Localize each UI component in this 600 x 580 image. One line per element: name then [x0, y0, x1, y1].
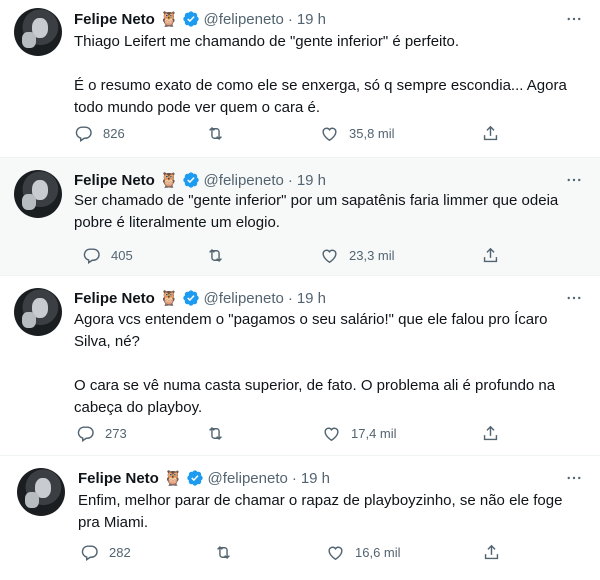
- retweet-button[interactable]: [206, 423, 225, 443]
- reply-count: 826: [103, 125, 125, 141]
- verified-badge-icon: [182, 11, 199, 27]
- share-icon: [483, 125, 498, 140]
- timestamp[interactable]: 19 h: [301, 470, 330, 487]
- share-button[interactable]: [482, 542, 501, 562]
- like-button[interactable]: 35,8 mil: [320, 123, 395, 143]
- reply-icon: [83, 247, 100, 264]
- author-handle[interactable]: @felipeneto: [204, 11, 284, 28]
- author-name[interactable]: Felipe Neto: [74, 290, 155, 307]
- avatar[interactable]: [14, 288, 62, 336]
- reply-count: 282: [109, 544, 131, 560]
- verified-badge-icon: [182, 290, 199, 306]
- retweet-button[interactable]: [214, 542, 233, 562]
- share-button[interactable]: [481, 245, 500, 265]
- reply-count: 405: [111, 247, 133, 263]
- author-handle[interactable]: @felipeneto: [204, 290, 284, 307]
- like-count: 35,8 mil: [349, 125, 395, 141]
- share-icon: [484, 544, 499, 559]
- like-count: 23,3 mil: [349, 247, 395, 263]
- share-button[interactable]: [481, 123, 500, 143]
- reply-icon: [81, 544, 98, 561]
- separator-dot: ·: [287, 289, 293, 307]
- retweet-button[interactable]: [206, 245, 225, 265]
- like-count: 17,4 mil: [351, 425, 397, 441]
- retweet-icon: [217, 545, 230, 559]
- tweet-text: Enfim, melhor parar de chamar o rapaz de…: [78, 492, 567, 531]
- more-icon[interactable]: [564, 9, 584, 29]
- reply-button[interactable]: 826: [74, 123, 125, 143]
- avatar[interactable]: [14, 170, 62, 218]
- more-icon[interactable]: [564, 288, 584, 308]
- tweet[interactable]: Felipe Neto 🦉 @felipeneto · 19 h Enfim, …: [0, 456, 600, 580]
- separator-dot: ·: [287, 10, 293, 28]
- author-name[interactable]: Felipe Neto: [74, 11, 155, 28]
- reply-button[interactable]: 282: [80, 542, 131, 562]
- separator-dot: ·: [291, 469, 297, 487]
- owl-emoji: 🦉: [159, 290, 179, 307]
- reply-icon: [77, 425, 94, 442]
- reply-button[interactable]: 273: [76, 423, 127, 443]
- author-name[interactable]: Felipe Neto: [74, 172, 155, 189]
- like-icon: [328, 546, 343, 560]
- tweet[interactable]: Felipe Neto 🦉 @felipeneto · 19 h Agora v…: [0, 276, 600, 456]
- retweet-icon: [209, 426, 222, 440]
- share-button[interactable]: [481, 423, 500, 443]
- share-icon: [483, 425, 498, 440]
- timestamp[interactable]: 19 h: [297, 290, 326, 307]
- owl-emoji: 🦉: [159, 11, 179, 28]
- owl-emoji: 🦉: [163, 470, 183, 487]
- verified-badge-icon: [186, 470, 203, 486]
- timestamp[interactable]: 19 h: [297, 172, 326, 189]
- reply-count: 273: [105, 425, 127, 441]
- tweet-text: Agora vcs entendem o "pagamos o seu salá…: [74, 311, 556, 416]
- author-handle[interactable]: @felipeneto: [208, 470, 288, 487]
- share-icon: [483, 247, 498, 262]
- author-handle[interactable]: @felipeneto: [204, 172, 284, 189]
- retweet-button[interactable]: [206, 123, 225, 143]
- like-icon: [322, 249, 337, 263]
- like-count: 16,6 mil: [355, 544, 401, 560]
- like-button[interactable]: 23,3 mil: [320, 245, 395, 265]
- tweet-text: Ser chamado de "gente inferior" por um s…: [74, 192, 563, 231]
- timestamp[interactable]: 19 h: [297, 11, 326, 28]
- tweet[interactable]: Felipe Neto 🦉 @felipeneto · 19 h Ser cha…: [0, 158, 600, 276]
- more-icon[interactable]: [564, 468, 584, 488]
- separator-dot: ·: [287, 171, 293, 189]
- avatar[interactable]: [14, 8, 62, 56]
- tweet-text: Thiago Leifert me chamando de "gente inf…: [74, 33, 567, 116]
- avatar[interactable]: [17, 468, 65, 516]
- like-button[interactable]: 16,6 mil: [326, 542, 401, 562]
- verified-badge-icon: [182, 172, 199, 188]
- reply-icon: [75, 125, 92, 142]
- like-button[interactable]: 17,4 mil: [322, 423, 397, 443]
- reply-button[interactable]: 405: [82, 245, 133, 265]
- author-name[interactable]: Felipe Neto: [78, 470, 159, 487]
- like-icon: [324, 427, 339, 441]
- retweet-icon: [209, 126, 222, 140]
- tweet[interactable]: Felipe Neto 🦉 @felipeneto · 19 h Thiago …: [0, 0, 600, 158]
- more-icon[interactable]: [564, 170, 584, 190]
- retweet-icon: [209, 248, 222, 262]
- owl-emoji: 🦉: [159, 172, 179, 189]
- like-icon: [322, 127, 337, 141]
